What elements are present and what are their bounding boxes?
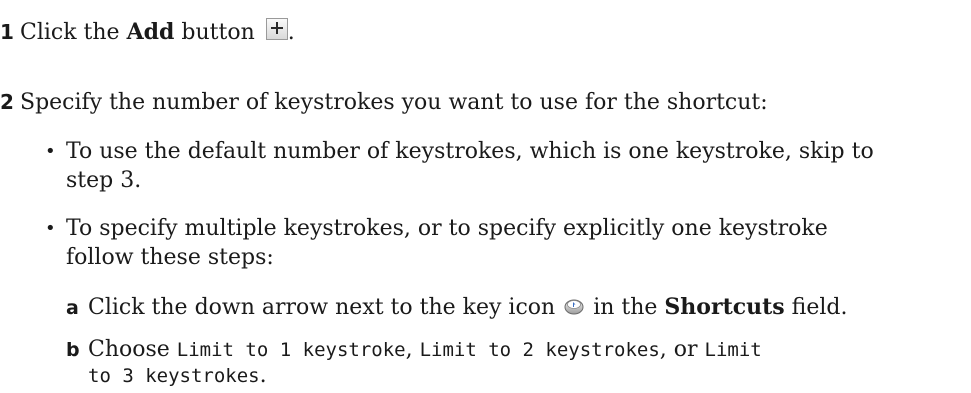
substep-a-text-mid: in the	[586, 295, 665, 320]
step-1-end: .	[287, 20, 295, 45]
substep-b-option-2: Limit to 2 keystrokes	[419, 339, 660, 361]
bullet-2-line-1: To specify multiple keystrokes, or to sp…	[66, 216, 828, 241]
step-2-number: 2	[0, 90, 14, 114]
step-1-text-after: button	[174, 20, 255, 45]
substep-b-line-2: to 3 keystrokes.	[88, 362, 267, 390]
step-2-text: Specify the number of keystrokes you wan…	[20, 90, 768, 115]
substep-a-text-before: Click the down arrow next to the key ico…	[88, 295, 556, 320]
substep-a-letter: a	[66, 297, 79, 319]
step-1: 1 Click the Add button .	[0, 18, 295, 47]
substep-b-sep-1: ,	[405, 337, 420, 362]
step-1-number: 1	[0, 20, 14, 44]
substep-b-text-before: Choose	[88, 337, 177, 362]
step-2: 2 Specify the number of keystrokes you wa…	[0, 88, 768, 117]
step-1-text-before: Click the	[20, 20, 127, 45]
substep-b-option-1: Limit to 1 keystroke	[176, 339, 406, 361]
add-plus-icon	[265, 18, 288, 40]
bullet-1-line-2: step 3.	[66, 168, 142, 193]
substep-b-line-1: b Choose Limit to 1 keystroke, Limit to 2…	[66, 336, 762, 364]
bullet-1-line-1: To use the default number of keystrokes,…	[66, 139, 874, 164]
substep-b-option-3-part-2: to 3 keystrokes	[88, 365, 260, 387]
bullet-1-marker: •	[45, 141, 56, 162]
substep-a-bold-shortcuts: Shortcuts	[664, 294, 785, 320]
substep-b-option-3-part-1: Limit	[704, 339, 762, 361]
bullet-2-line-2: follow these steps:	[66, 245, 274, 270]
key-icon	[564, 295, 584, 315]
substep-b-letter: b	[66, 339, 80, 361]
substep-a-text-after: field.	[784, 295, 848, 320]
document-page: 1 Click the Add button . 2 Specify the num…	[0, 0, 971, 393]
substep-b-end: .	[259, 363, 267, 388]
step-1-bold-add: Add	[126, 19, 175, 45]
bullet-2-marker: •	[45, 218, 56, 239]
substep-a: a Click the down arrow next to the key ic…	[66, 293, 847, 322]
substep-b-sep-2: , or	[659, 337, 705, 362]
